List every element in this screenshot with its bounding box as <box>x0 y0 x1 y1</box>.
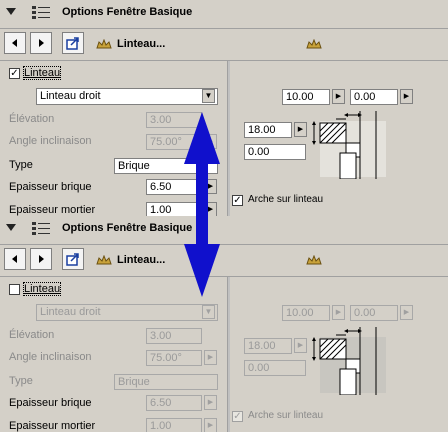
export-settings-icon <box>66 253 79 266</box>
lintel-diagram <box>312 111 386 179</box>
mortar-thickness-label: Epaisseur mortier <box>9 420 96 432</box>
export-settings-button[interactable] <box>62 32 84 54</box>
angle-label: Angle inclinaison <box>9 351 92 363</box>
collapse-triangle-icon[interactable] <box>6 8 16 15</box>
brick-arrow-button[interactable]: ▶ <box>204 395 217 410</box>
lintel-diagram <box>312 327 386 395</box>
top-offset-input-1[interactable]: 10.00 <box>282 89 330 105</box>
brick-thickness-input[interactable]: 6.50 <box>146 395 202 411</box>
lintel-toolbar-label[interactable]: Linteau... <box>117 254 165 266</box>
elevation-input[interactable]: 3.00 <box>146 328 202 344</box>
arrow-left-icon <box>12 255 17 263</box>
window-options-panel-disabled: Options Fenêtre Basique Linteau... Linte… <box>0 216 448 432</box>
chevron-down-icon[interactable]: ▼ <box>202 89 215 103</box>
prev-button[interactable] <box>4 248 26 270</box>
lintel-checkbox[interactable]: ✓ <box>9 68 20 79</box>
lintel-type-select[interactable]: Linteau droit <box>36 304 218 321</box>
lintel-type-select[interactable]: Linteau droit <box>36 88 218 105</box>
lintel-toolbar-label[interactable]: Linteau... <box>117 38 165 50</box>
lintel-label: Linteau <box>22 282 62 296</box>
lintel-height-arrow[interactable]: ▶ <box>294 122 307 137</box>
lintel-height-arrow[interactable]: ▶ <box>294 338 307 353</box>
brick-thickness-label: Epaisseur brique <box>9 397 92 409</box>
mortar-thickness-input[interactable]: 1.00 <box>146 418 202 432</box>
list-options-icon <box>32 5 52 21</box>
brick-thickness-label: Epaisseur brique <box>9 181 92 193</box>
export-settings-icon <box>66 37 79 50</box>
top-offset-input-1[interactable]: 10.00 <box>282 305 330 321</box>
window-options-panel-enabled: Options Fenêtre Basique Linteau... ✓ Lin… <box>0 0 448 216</box>
top-offset-input-2[interactable]: 0.00 <box>350 89 398 105</box>
lintel-offset-input[interactable]: 0.00 <box>244 144 306 160</box>
arch-checkbox[interactable]: ✓ <box>232 195 243 206</box>
lintel-label: Linteau <box>22 66 62 80</box>
export-settings-button[interactable] <box>62 248 84 270</box>
top-offset-arrow-1[interactable]: ▶ <box>332 305 345 320</box>
arch-checkbox[interactable]: ✓ <box>232 411 243 422</box>
lintel-checkbox[interactable] <box>9 284 20 295</box>
panel-toolbar: Linteau... <box>0 29 448 61</box>
arrow-left-icon <box>12 39 17 47</box>
arch-label: Arche sur linteau <box>248 410 324 421</box>
ornament-icon <box>306 39 322 49</box>
type-label: Type <box>9 159 33 171</box>
arrow-right-icon <box>39 255 44 263</box>
lintel-section: Linteau Linteau droit ▼ Élévation 3.00 A… <box>0 277 448 432</box>
chevron-down-icon[interactable]: ▼ <box>202 305 215 319</box>
angle-input[interactable]: 75.00° <box>146 350 202 366</box>
panel-title-bar[interactable]: Options Fenêtre Basique <box>0 0 448 29</box>
next-button[interactable] <box>30 248 52 270</box>
elevation-label: Élévation <box>9 113 55 125</box>
lintel-height-input[interactable]: 18.00 <box>244 122 292 138</box>
mortar-thickness-label: Epaisseur mortier <box>9 204 96 216</box>
type-label: Type <box>9 375 33 387</box>
lintel-offset-input[interactable]: 0.00 <box>244 360 306 376</box>
lintel-icon <box>96 39 112 49</box>
ornament-icon <box>306 255 322 265</box>
lintel-height-input[interactable]: 18.00 <box>244 338 292 354</box>
panel-title-bar[interactable]: Options Fenêtre Basique <box>0 216 448 245</box>
type-select[interactable]: Brique <box>114 374 218 390</box>
mortar-arrow-button[interactable]: ▶ <box>204 418 217 432</box>
arch-label: Arche sur linteau <box>248 194 324 205</box>
next-button[interactable] <box>30 32 52 54</box>
lintel-section: ✓ Linteau Linteau droit ▼ Élévation 3.00… <box>0 61 448 216</box>
collapse-triangle-icon[interactable] <box>6 224 16 231</box>
section-divider <box>227 277 230 432</box>
panel-title: Options Fenêtre Basique <box>62 222 193 234</box>
double-headed-arrow-icon <box>184 112 220 297</box>
top-offset-arrow-2[interactable]: ▶ <box>400 89 413 104</box>
prev-button[interactable] <box>4 32 26 54</box>
angle-arrow-button[interactable]: ▶ <box>204 350 217 365</box>
list-options-icon <box>32 221 52 237</box>
angle-label: Angle inclinaison <box>9 135 92 147</box>
section-divider <box>227 61 230 216</box>
top-offset-arrow-2[interactable]: ▶ <box>400 305 413 320</box>
arrow-right-icon <box>39 39 44 47</box>
elevation-label: Élévation <box>9 329 55 341</box>
panel-title: Options Fenêtre Basique <box>62 6 193 18</box>
top-offset-input-2[interactable]: 0.00 <box>350 305 398 321</box>
top-offset-arrow-1[interactable]: ▶ <box>332 89 345 104</box>
panel-toolbar: Linteau... <box>0 245 448 277</box>
lintel-icon <box>96 255 112 265</box>
